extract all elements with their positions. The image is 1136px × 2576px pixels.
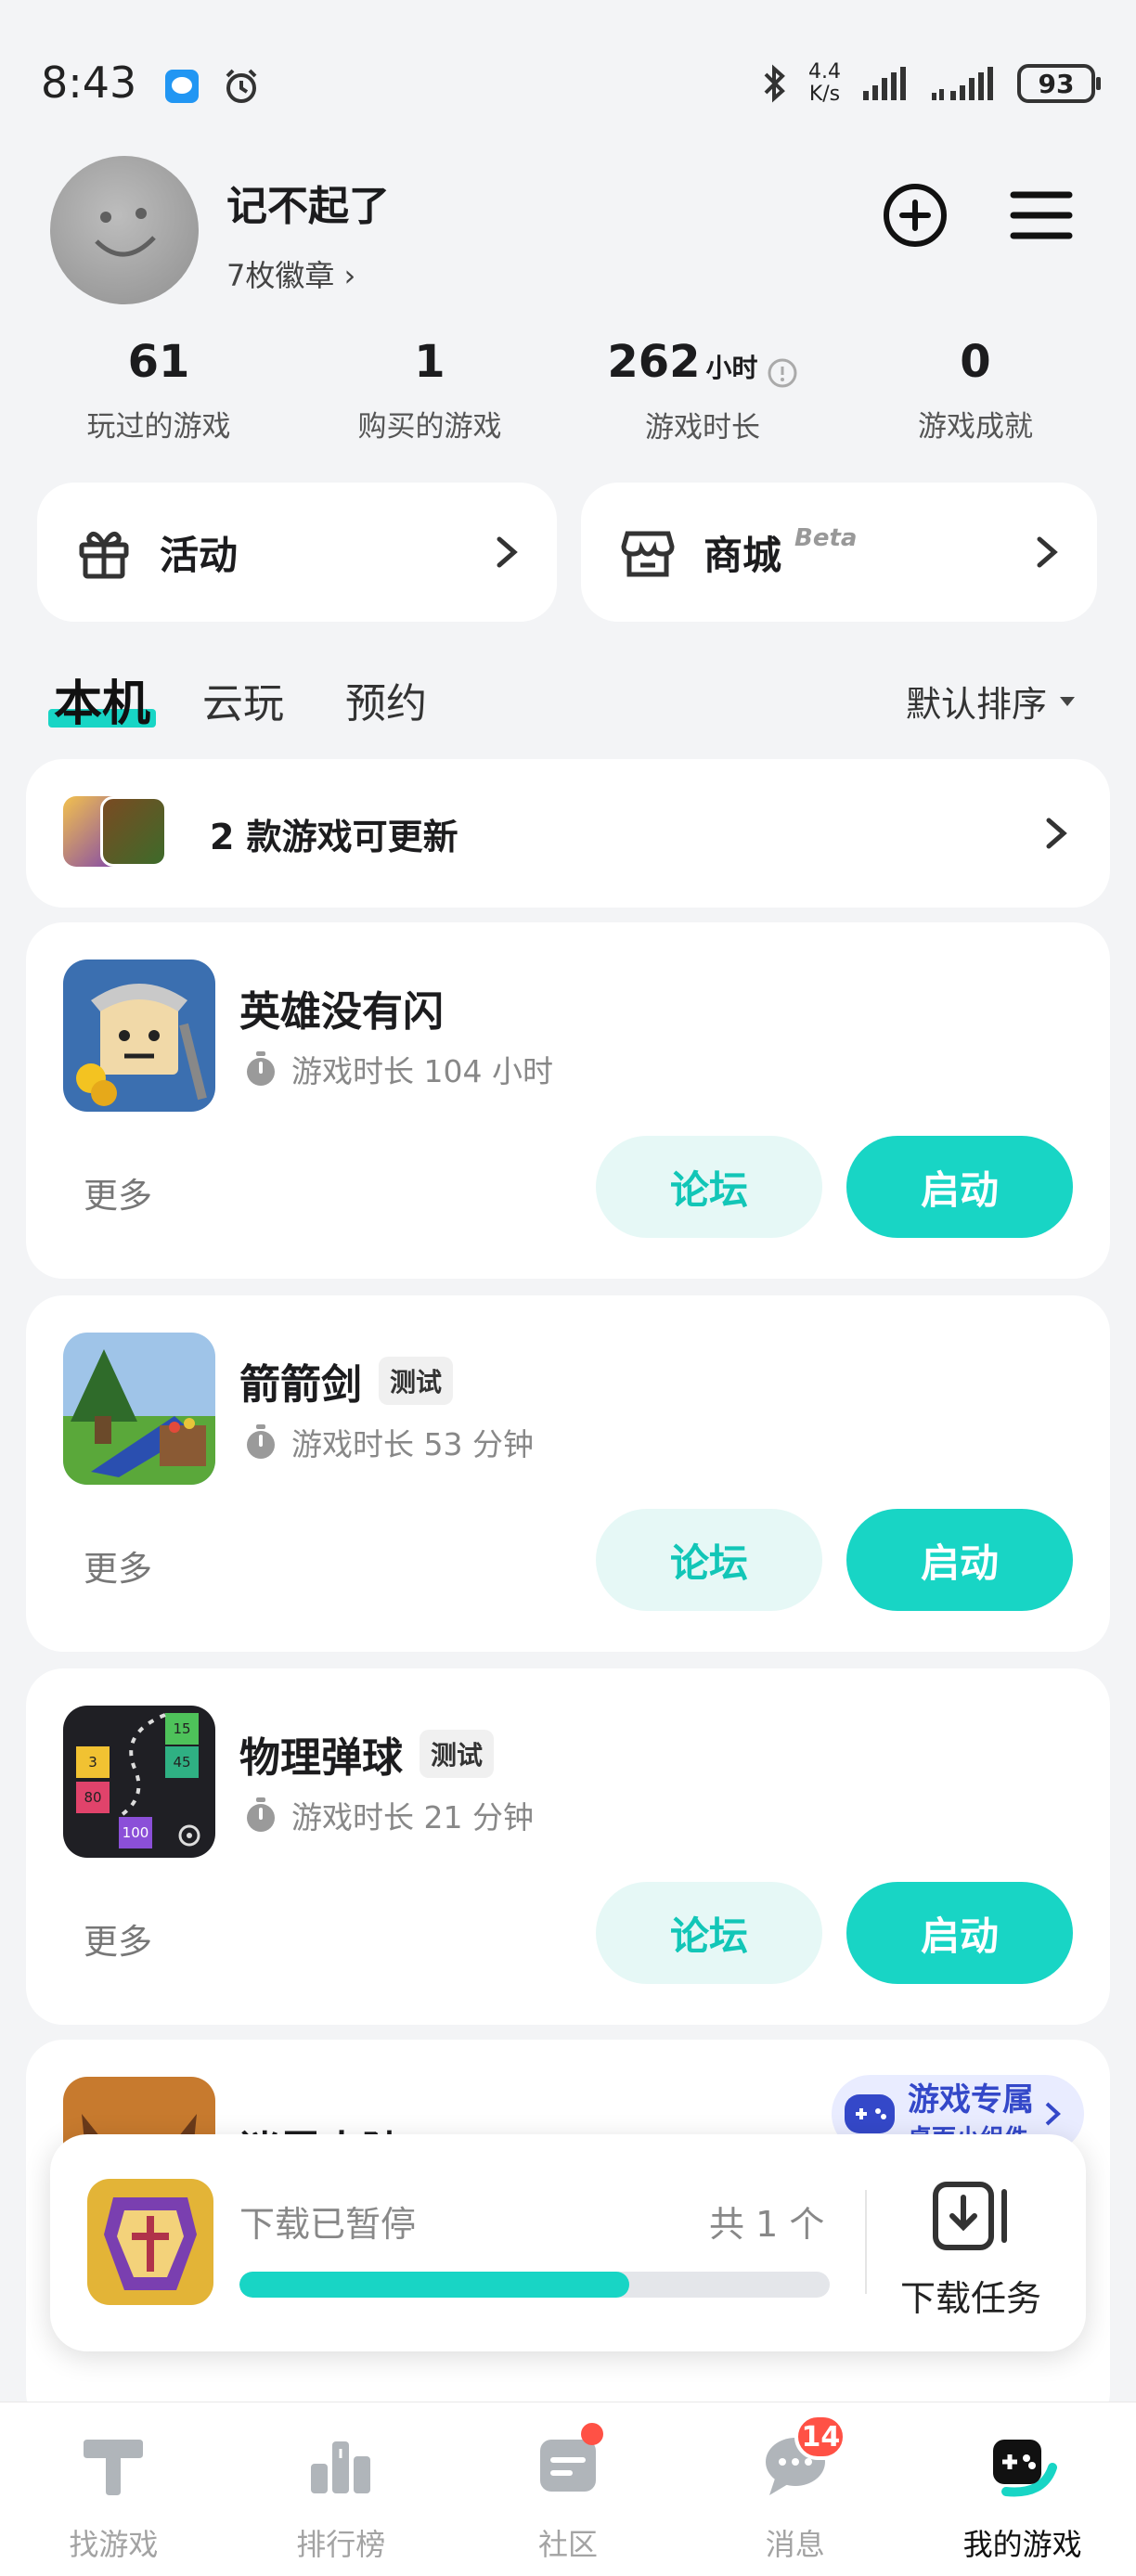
download-game-icon: [87, 2179, 213, 2305]
signal-icon: [863, 67, 906, 100]
download-status: 下载已暂停: [239, 2204, 417, 2245]
add-circle-icon[interactable]: [880, 180, 950, 251]
forum-button[interactable]: 论坛: [596, 1882, 822, 1984]
messages-badge: 14: [794, 2414, 847, 2460]
find-game-icon: [84, 2440, 144, 2495]
caret-down-icon: [1060, 696, 1075, 706]
more-link[interactable]: 更多: [84, 1913, 152, 1964]
stopwatch-icon: [247, 1797, 275, 1832]
ranking-icon: [311, 2441, 371, 2493]
username: 记不起了: [226, 183, 390, 230]
test-tag: 测试: [379, 1357, 454, 1405]
bottom-nav: 找游戏 排行榜 社区 14 消息 我的游戏: [0, 2402, 1136, 2576]
game-playtime: 游戏时长 53 分钟: [243, 1420, 534, 1464]
avatar-face-icon: [95, 208, 156, 257]
stat-played[interactable]: 61 玩过的游戏: [17, 336, 301, 444]
signal-icon-2: [932, 67, 993, 100]
net-speed: 4.4 K/s: [808, 60, 841, 106]
bluetooth-icon: [764, 64, 785, 103]
tile-100: 100: [123, 1824, 149, 1841]
update-game-icons: [63, 796, 174, 870]
mall-card[interactable]: 商城 Beta: [581, 483, 1097, 622]
chat-notification-icon: [164, 69, 199, 103]
game-card[interactable]: 15 3 45 80 100 物理弹球 测试 游戏时长 21 分钟 更多 论坛 …: [26, 1668, 1110, 2025]
update-text: 2 款游戏可更新: [210, 816, 458, 857]
tile-45: 45: [173, 1754, 190, 1771]
tile-3: 3: [88, 1754, 97, 1771]
status-time: 8:43: [41, 58, 261, 108]
game-card[interactable]: 箭箭剑 测试 游戏时长 53 分钟 更多 论坛 启动: [26, 1295, 1110, 1652]
promo-title: 游戏专属: [908, 2081, 1034, 2119]
gift-icon: [79, 531, 129, 579]
forum-button[interactable]: 论坛: [596, 1136, 822, 1238]
sort-dropdown[interactable]: 默认排序: [906, 676, 1077, 727]
battery-indicator: 93: [1017, 64, 1101, 103]
game-title: 箭箭剑 测试: [239, 1351, 454, 1410]
clock-text: 8:43: [41, 58, 137, 108]
info-icon[interactable]: [767, 357, 798, 389]
game-icon-hero[interactable]: [63, 960, 215, 1112]
nav-community[interactable]: 社区: [455, 2402, 682, 2576]
game-title: 英雄没有闪: [239, 988, 444, 1036]
game-icon-arrow-sword[interactable]: [63, 1333, 215, 1485]
tile-15: 15: [173, 1720, 190, 1737]
divider: [865, 2190, 867, 2294]
game-playtime: 游戏时长 104 小时: [243, 1047, 553, 1091]
status-indicators: 4.4 K/s 93: [762, 56, 1101, 111]
forum-button[interactable]: 论坛: [596, 1509, 822, 1611]
events-card[interactable]: 活动: [37, 483, 557, 622]
download-task-label[interactable]: 下载任务: [900, 2270, 1041, 2321]
stopwatch-icon: [247, 1424, 275, 1459]
launch-button[interactable]: 启动: [846, 1882, 1073, 1984]
download-progress-fill: [239, 2272, 629, 2298]
update-banner[interactable]: 2 款游戏可更新: [26, 759, 1110, 908]
download-task-icon[interactable]: [932, 2181, 1015, 2251]
test-tag: 测试: [420, 1730, 495, 1778]
community-unread-dot: [580, 2423, 603, 2445]
launch-button[interactable]: 启动: [846, 1509, 1073, 1611]
avatar[interactable]: [50, 156, 199, 304]
alarm-icon: [226, 69, 256, 103]
events-label: 活动: [160, 532, 239, 578]
tile-80: 80: [84, 1789, 101, 1806]
stat-playtime[interactable]: 262 小时 游戏时长: [561, 336, 845, 445]
chevron-right-icon: [1037, 536, 1058, 568]
mall-beta-tag: Beta: [794, 524, 858, 552]
store-icon: [621, 531, 675, 577]
badges-link[interactable]: 7枚徽章 ›: [226, 252, 355, 295]
my-games-icon: [992, 2440, 1057, 2497]
nav-find-game[interactable]: 找游戏: [0, 2402, 227, 2576]
tab-local[interactable]: 本机: [54, 664, 150, 734]
nav-messages[interactable]: 14 消息: [681, 2402, 909, 2576]
nav-my-games[interactable]: 我的游戏: [909, 2402, 1136, 2576]
download-progress-bar: [239, 2272, 830, 2298]
chevron-right-icon: [497, 536, 518, 568]
nav-ranking[interactable]: 排行榜: [227, 2402, 455, 2576]
tab-cloud[interactable]: 云玩: [202, 670, 284, 729]
download-popup[interactable]: 下载已暂停 共 1 个 下载任务: [50, 2134, 1086, 2351]
more-link[interactable]: 更多: [84, 1167, 152, 1217]
launch-button[interactable]: 启动: [846, 1136, 1073, 1238]
mall-label: 商城: [704, 532, 782, 578]
game-icon-physics-ball[interactable]: 15 3 45 80 100: [63, 1706, 215, 1858]
stat-purchased[interactable]: 1 购买的游戏: [288, 336, 572, 444]
stopwatch-icon: [247, 1051, 275, 1086]
menu-icon[interactable]: [1006, 180, 1077, 251]
tab-reservation[interactable]: 预约: [345, 670, 427, 729]
chevron-right-icon: [1046, 818, 1067, 849]
game-title: 物理弹球 测试: [239, 1724, 495, 1784]
chevron-right-icon: [1045, 2102, 1061, 2126]
game-playtime: 游戏时长 21 分钟: [243, 1793, 534, 1837]
sort-label: 默认排序: [905, 684, 1047, 725]
more-link[interactable]: 更多: [84, 1540, 152, 1591]
download-count: 共 1 个: [709, 2204, 825, 2245]
stat-achievements[interactable]: 0 游戏成就: [833, 336, 1117, 444]
game-card[interactable]: 英雄没有闪 游戏时长 104 小时 更多 论坛 启动: [26, 922, 1110, 1279]
